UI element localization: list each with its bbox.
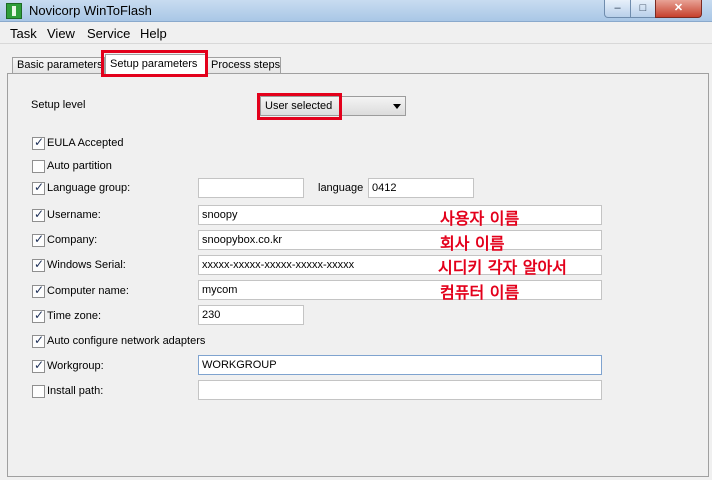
windows-serial-label: Windows Serial:: [47, 259, 126, 271]
install-path-checkbox[interactable]: [32, 385, 45, 398]
setup-level-select[interactable]: User selected: [260, 96, 406, 116]
username-input[interactable]: snoopy: [198, 205, 602, 225]
menu-help[interactable]: Help: [140, 26, 167, 41]
close-button[interactable]: ✕: [655, 0, 702, 18]
setup-level-label: Setup level: [31, 99, 86, 111]
workgroup-checkbox[interactable]: [32, 358, 45, 373]
setup-parameters-panel: [7, 73, 709, 477]
tab-strip: Basic parameters Setup parameters Proces…: [0, 54, 712, 74]
language-group-checkbox[interactable]: [32, 180, 45, 195]
company-input[interactable]: snoopybox.co.kr: [198, 230, 602, 250]
language-group-input[interactable]: [198, 178, 304, 198]
menu-bar: Task View Service Help: [0, 22, 712, 44]
tab-process-steps[interactable]: Process steps: [206, 57, 281, 74]
window-title: Novicorp WinToFlash: [29, 3, 152, 18]
company-label: Company:: [47, 234, 98, 246]
install-path-input[interactable]: [198, 380, 602, 400]
auto-partition-label: Auto partition: [47, 160, 112, 172]
username-label: Username:: [47, 209, 101, 221]
app-icon: [6, 3, 22, 19]
maximize-button[interactable]: □: [630, 0, 656, 18]
company-checkbox[interactable]: [32, 232, 45, 247]
computer-name-annotation: 컴퓨터 이름: [440, 283, 520, 302]
menu-service[interactable]: Service: [87, 26, 130, 41]
chevron-down-icon[interactable]: [393, 104, 401, 109]
language-label: language: [318, 182, 364, 194]
install-path-label: Install path:: [47, 385, 104, 397]
workgroup-label: Workgroup:: [47, 360, 104, 372]
serial-annotation: 시디키 각자 알아서: [438, 258, 567, 277]
tab-setup-parameters[interactable]: Setup parameters: [105, 54, 206, 74]
menu-task[interactable]: Task: [10, 26, 37, 41]
eula-label: EULA Accepted: [47, 137, 124, 149]
language-group-label: Language group:: [47, 182, 131, 194]
username-checkbox[interactable]: [32, 207, 45, 222]
computer-name-checkbox[interactable]: [32, 283, 45, 298]
username-annotation: 사용자 이름: [440, 209, 520, 228]
auto-partition-checkbox[interactable]: [32, 160, 45, 173]
setup-level-value: User selected: [265, 100, 333, 112]
time-zone-label: Time zone:: [47, 310, 102, 322]
minimize-button[interactable]: –: [604, 0, 631, 18]
windows-serial-checkbox[interactable]: [32, 257, 45, 272]
time-zone-input[interactable]: 230: [198, 305, 304, 325]
tab-basic-parameters[interactable]: Basic parameters: [12, 57, 105, 74]
eula-checkbox[interactable]: [32, 135, 45, 150]
menu-view[interactable]: View: [47, 26, 75, 41]
company-annotation: 회사 이름: [440, 234, 505, 253]
title-bar: Novicorp WinToFlash – □ ✕: [0, 0, 712, 22]
auto-network-label: Auto configure network adapters: [47, 335, 206, 347]
computer-name-label: Computer name:: [47, 285, 129, 297]
computer-name-input[interactable]: mycom: [198, 280, 602, 300]
language-input[interactable]: 0412: [368, 178, 474, 198]
time-zone-checkbox[interactable]: [32, 308, 45, 323]
workgroup-input[interactable]: WORKGROUP: [198, 355, 602, 375]
auto-network-checkbox[interactable]: [32, 333, 45, 348]
